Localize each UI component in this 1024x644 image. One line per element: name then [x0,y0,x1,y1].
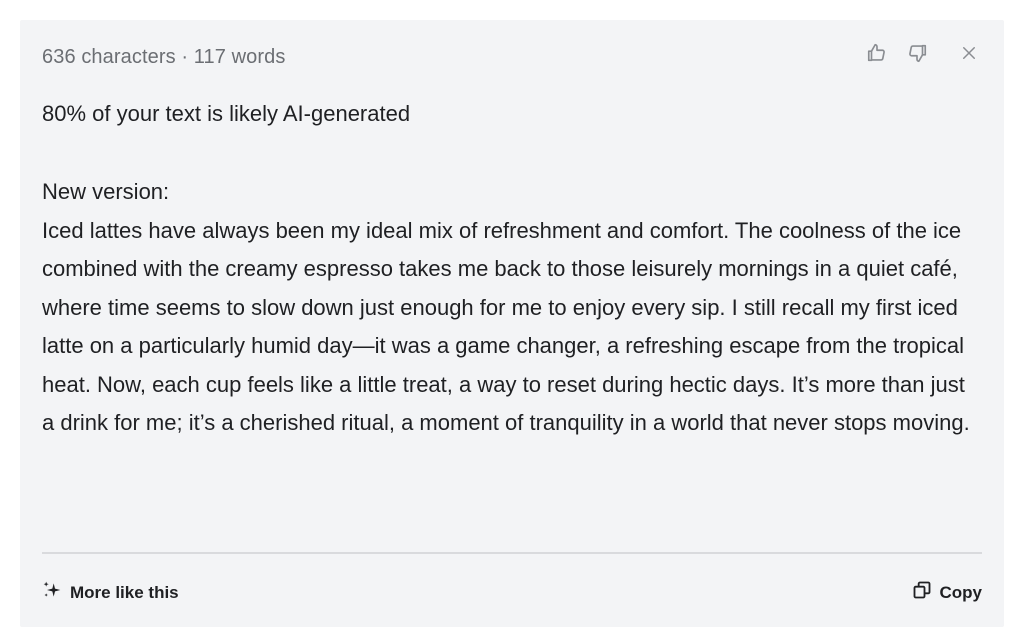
sparkle-icon [42,580,62,605]
more-like-this-button[interactable]: More like this [42,580,179,605]
thumbs-up-button[interactable] [864,40,890,66]
new-version-label: New version: [42,179,170,204]
ai-detection-result: 80% of your text is likely AI-generated [42,101,411,126]
thumbs-up-icon [866,42,888,64]
copy-label: Copy [939,582,983,602]
text-stats: 636 characters · 117 words [42,46,286,68]
copy-icon [912,580,932,605]
copy-button[interactable]: Copy [912,580,983,605]
thumbs-down-button[interactable] [904,40,930,66]
more-like-this-label: More like this [70,582,179,602]
close-icon [960,44,978,62]
thumbs-down-icon [906,42,928,64]
result-card: 636 characters · 117 words 80% of your t… [20,20,1004,627]
new-version-text: Iced lattes have always been my ideal mi… [42,218,970,436]
close-button[interactable] [956,40,982,66]
divider [42,552,982,554]
card-actions [864,40,982,66]
